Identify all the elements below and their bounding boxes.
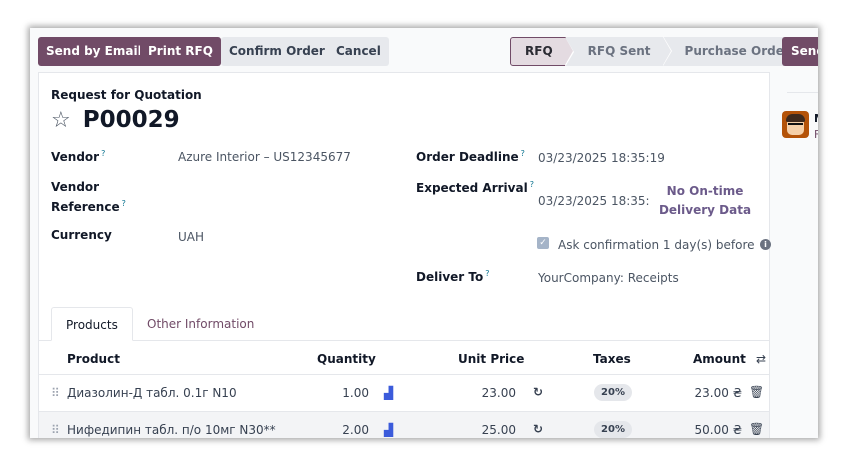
star-icon[interactable]: ☆ <box>51 108 71 133</box>
help-icon[interactable]: ? <box>521 149 525 158</box>
reference-number: P00029 <box>82 107 180 133</box>
help-icon[interactable]: ? <box>122 199 126 208</box>
screenshot-frame: Send by Email Print RFQ Confirm Order Ca… <box>30 28 818 438</box>
amount-cell: 50.00 ₴ <box>694 423 742 437</box>
unit-price-cell[interactable]: 23.00 <box>459 386 516 400</box>
product-cell[interactable]: Нифедипин табл. п/о 10мг N30** <box>67 423 276 437</box>
drag-handle-icon[interactable]: ⠿ <box>51 423 60 437</box>
ask-days-field[interactable]: 1 <box>663 238 671 252</box>
tax-badge[interactable]: 20% <box>594 421 632 438</box>
forecast-chart-icon[interactable]: ▟ <box>384 386 393 400</box>
trash-icon[interactable]: 🗑 <box>749 422 764 436</box>
tab-products[interactable]: Products <box>51 307 133 341</box>
column-header-quantity[interactable]: Quantity <box>317 352 376 366</box>
order-deadline-field[interactable]: 03/23/2025 18:35:19 <box>538 151 665 165</box>
expected-arrival-label: Expected Arrival? <box>416 180 534 195</box>
deliver-to-label: Deliver To? <box>416 269 490 284</box>
vendor-reference-label-2: Reference? <box>51 199 126 214</box>
vendor-field[interactable]: Azure Interior – US12345677 <box>178 150 351 164</box>
ask-confirmation-checkbox[interactable]: ✓ <box>537 237 549 249</box>
drag-handle-icon[interactable]: ⠿ <box>51 386 60 400</box>
send-by-email-button[interactable]: Send by Email <box>38 37 150 66</box>
avatar[interactable] <box>782 111 809 138</box>
order-deadline-label: Order Deadline? <box>416 149 525 164</box>
trash-icon[interactable]: 🗑 <box>749 385 764 399</box>
table-row[interactable]: ⠿ Нифедипин табл. п/о 10мг N30** 2.00 ▟ … <box>39 411 769 438</box>
currency-label: Currency <box>51 228 112 242</box>
author-subtext: F <box>814 128 818 141</box>
stage-purchase-order-label: Purchase Order <box>684 44 790 58</box>
help-icon[interactable]: ? <box>485 269 489 278</box>
column-header-unit-price[interactable]: Unit Price <box>458 352 524 366</box>
column-header-taxes[interactable]: Taxes <box>593 352 631 366</box>
table-row[interactable]: ⠿ Диазолин-Д табл. 0.1г N10 1.00 ▟ 23.00… <box>39 374 769 410</box>
tax-badge[interactable]: 20% <box>594 384 632 401</box>
reset-price-icon[interactable]: ↻ <box>533 385 543 399</box>
print-rfq-button[interactable]: Print RFQ <box>140 37 221 66</box>
help-icon[interactable]: ? <box>530 180 534 189</box>
amount-cell: 23.00 ₴ <box>694 386 742 400</box>
author-name: M <box>814 112 818 125</box>
forecast-chart-icon[interactable]: ▟ <box>384 423 393 437</box>
column-header-amount[interactable]: Amount <box>693 352 746 366</box>
reset-price-icon[interactable]: ↻ <box>533 422 543 436</box>
column-settings-icon[interactable]: ⇄ <box>756 352 766 366</box>
quantity-cell[interactable]: 2.00 <box>329 423 369 437</box>
deliver-to-field[interactable]: YourCompany: Receipts <box>538 271 679 285</box>
info-icon[interactable]: i <box>760 239 771 250</box>
document-type-label: Request for Quotation <box>51 88 202 102</box>
stage-rfq-label: RFQ <box>525 44 553 58</box>
cancel-button[interactable]: Cancel <box>328 37 389 66</box>
send-message-button[interactable]: Send <box>782 37 818 66</box>
column-header-product[interactable]: Product <box>67 352 120 366</box>
product-cell[interactable]: Диазолин-Д табл. 0.1г N10 <box>67 386 237 400</box>
unit-price-cell[interactable]: 25.00 <box>459 423 516 437</box>
form-sheet: Request for Quotation ☆ P00029 Vendor? A… <box>38 72 771 438</box>
stage-rfq[interactable]: RFQ <box>510 37 574 67</box>
currency-field[interactable]: UAH <box>178 230 204 244</box>
ask-confirmation-text: Ask confirmation 1 day(s) before <box>558 238 755 252</box>
stage-rfq-sent[interactable]: RFQ Sent <box>565 36 672 66</box>
chatter-divider <box>787 92 818 93</box>
page-title: ☆ P00029 <box>51 107 180 133</box>
vendor-label: Vendor? <box>51 149 106 164</box>
no-ontime-delivery-link[interactable]: No On-time Delivery Data <box>658 182 752 220</box>
confirm-order-button[interactable]: Confirm Order <box>221 37 333 66</box>
expected-arrival-field[interactable]: 03/23/2025 18:35: <box>538 194 650 208</box>
vendor-reference-label: Vendor <box>51 180 100 194</box>
stage-rfq-sent-label: RFQ Sent <box>587 44 651 58</box>
quantity-cell[interactable]: 1.00 <box>329 386 369 400</box>
help-icon[interactable]: ? <box>101 149 105 158</box>
tab-other-information[interactable]: Other Information <box>133 307 268 341</box>
status-bar: RFQ RFQ Sent Purchase Order <box>510 36 806 67</box>
vendor-reference-field[interactable] <box>178 183 368 201</box>
